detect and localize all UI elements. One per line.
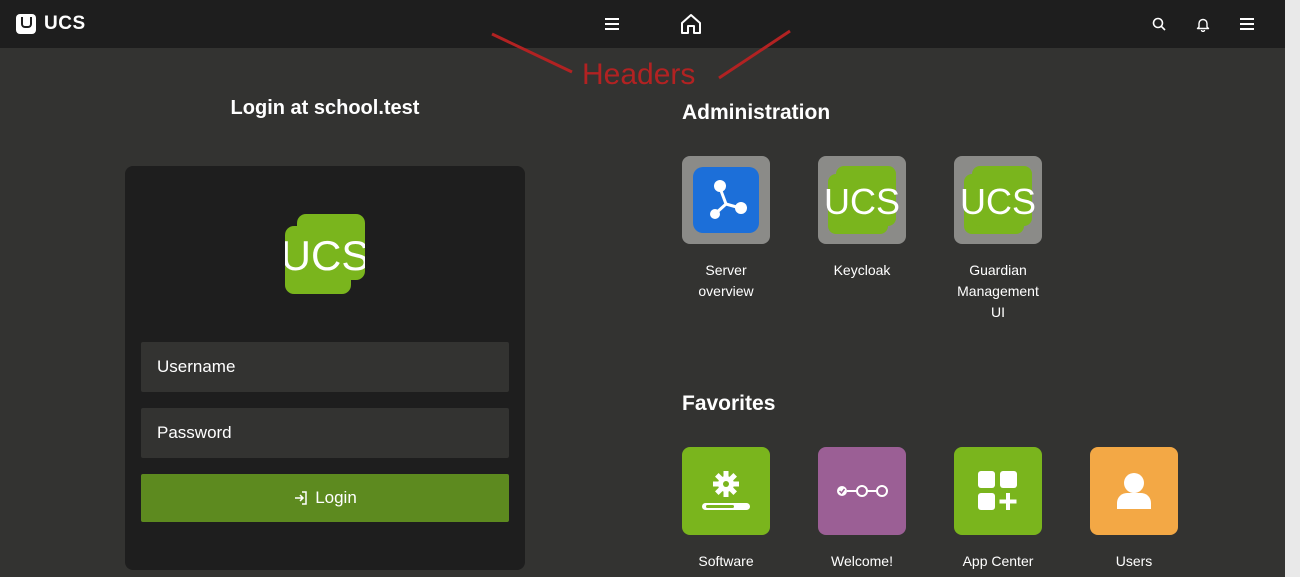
server-overview-icon — [693, 167, 759, 233]
software-tile[interactable] — [682, 447, 770, 535]
tile-label-line: Management — [957, 283, 1039, 299]
login-title: Login at school.test — [230, 97, 420, 119]
app-center-tile[interactable] — [954, 447, 1042, 535]
software-label: Software — [698, 553, 754, 569]
administration-title: Administration — [682, 101, 831, 124]
password-field[interactable]: Password — [141, 408, 509, 458]
tile-label-line: Server — [705, 262, 747, 278]
tile-logo-text: UCS — [960, 181, 1036, 222]
guardian-management-ui-label: Guardian Management UI — [938, 260, 1058, 323]
guardian-management-ui-tile[interactable]: UCS — [954, 156, 1042, 244]
welcome-label: Welcome! — [831, 553, 893, 569]
login-icon — [295, 491, 307, 505]
ucs-logo-text: UCS — [285, 232, 365, 279]
tile-label-line: Keycloak — [833, 262, 891, 278]
favorites-title: Favorites — [682, 392, 776, 415]
ucs-logo: UCS — [281, 214, 369, 299]
annotation-label: Headers — [582, 58, 696, 91]
tile-label-line: overview — [698, 283, 754, 299]
users-tile[interactable] — [1090, 447, 1178, 535]
tile-label-line: UI — [991, 304, 1005, 320]
keycloak-tile[interactable]: UCS — [818, 156, 906, 244]
app-center-label: App Center — [962, 553, 1034, 569]
keycloak-label: Keycloak — [802, 260, 922, 281]
login-button[interactable]: Login — [141, 474, 509, 522]
login-button-label: Login — [315, 488, 357, 507]
app-center-icon — [978, 471, 1017, 510]
server-overview-label: Server overview — [666, 260, 786, 302]
welcome-tile[interactable] — [818, 447, 906, 535]
user-icon — [1117, 473, 1151, 509]
tile-label-line: Guardian — [969, 262, 1027, 278]
username-field[interactable]: Username — [141, 342, 509, 392]
tile-logo-text: UCS — [824, 181, 900, 222]
server-overview-tile[interactable] — [682, 156, 770, 244]
steps-icon — [837, 485, 888, 497]
users-label: Users — [1115, 553, 1153, 569]
login-card: UCS Username Password Login — [125, 166, 525, 570]
ucs-logo-icon: UCS — [824, 166, 900, 234]
gear-icon — [702, 471, 750, 510]
ucs-logo-icon: UCS — [960, 166, 1036, 234]
